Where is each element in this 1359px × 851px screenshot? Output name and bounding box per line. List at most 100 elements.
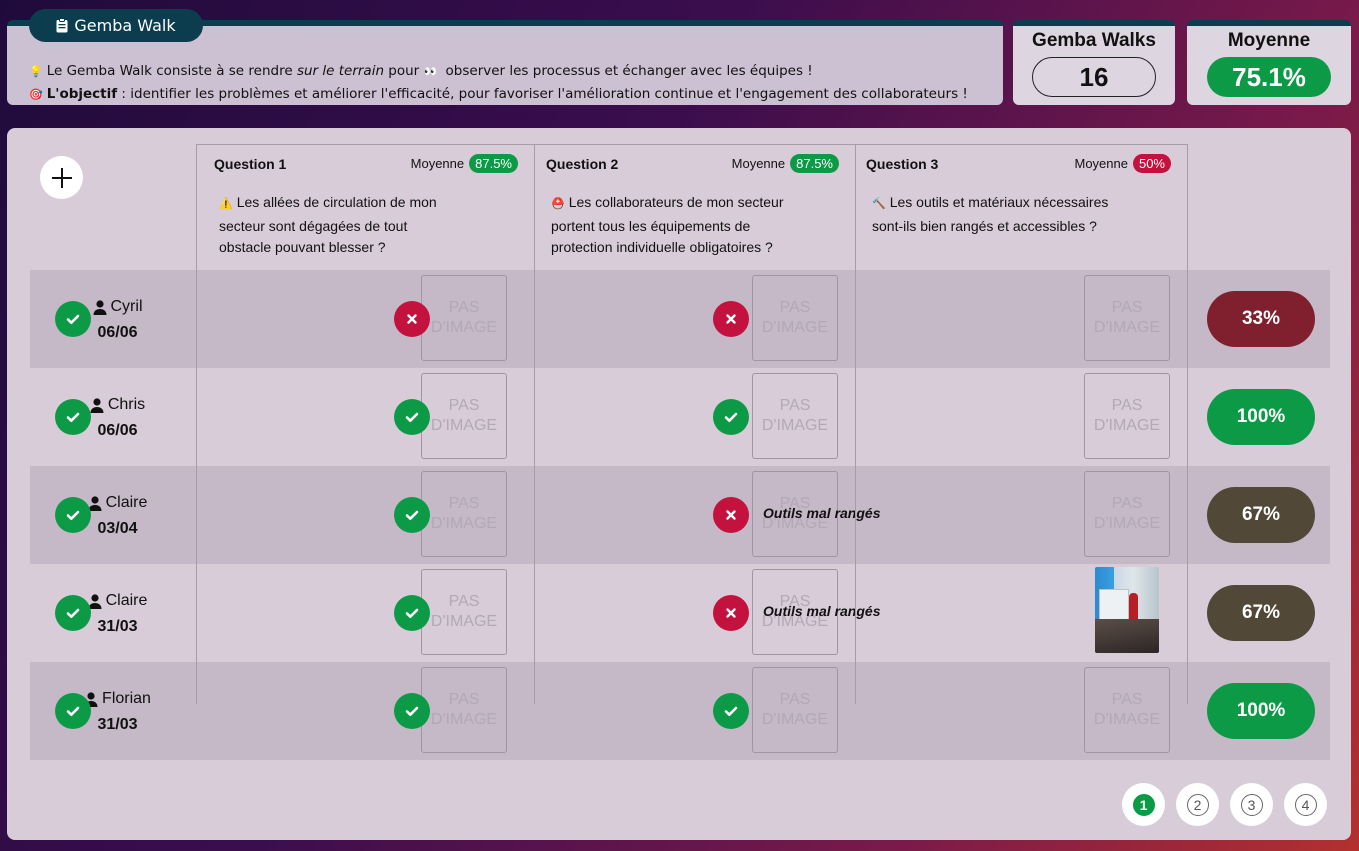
no-image-placeholder[interactable]: PAS D'IMAGE <box>752 667 838 753</box>
info-line1-emphasis: sur le terrain <box>296 63 384 79</box>
no-image-text: D'IMAGE <box>430 319 498 336</box>
user-icon <box>90 397 104 413</box>
walk-score: 33% <box>1207 291 1315 347</box>
page-button-3[interactable]: 3 <box>1230 783 1273 826</box>
page-number: 1 <box>1132 793 1155 816</box>
question-text-line: protection individuelle obligatoires ? <box>551 239 773 255</box>
pagination: 1 2 3 4 <box>1122 783 1327 826</box>
no-image-placeholder[interactable]: PAS D'IMAGE <box>421 569 507 655</box>
page-button-2[interactable]: 2 <box>1176 783 1219 826</box>
no-image-text: D'IMAGE <box>1093 417 1161 434</box>
cross-icon <box>726 608 736 618</box>
no-image-placeholder[interactable]: PAS D'IMAGE <box>421 667 507 753</box>
walker: Claire 31/03 <box>30 564 205 636</box>
no-image-placeholder[interactable]: PAS D'IMAGE <box>752 275 838 361</box>
no-image-text: PAS <box>448 495 480 512</box>
question-text-line: obstacle pouvant blesser ? <box>219 239 386 255</box>
answer-yes <box>55 399 91 435</box>
walker: Chris 06/06 <box>30 368 205 440</box>
question-text-line: sont-ils bien rangés et accessibles ? <box>872 217 1097 234</box>
check-icon <box>405 706 419 716</box>
no-image-text: D'IMAGE <box>430 711 498 728</box>
question-text-line: Les allées de circulation de mon <box>236 194 437 210</box>
answer-yes <box>713 693 749 729</box>
no-image-text: PAS <box>1111 397 1143 414</box>
target-icon: 🎯 <box>29 88 43 101</box>
no-image-placeholder[interactable]: PAS D'IMAGE <box>1084 667 1170 753</box>
no-image-text: PAS <box>779 397 811 414</box>
cross-icon <box>726 314 736 324</box>
no-image-text: PAS <box>779 299 811 316</box>
no-image-placeholder[interactable]: PAS D'IMAGE <box>752 373 838 459</box>
helmet-icon: ⛑️ <box>551 198 565 210</box>
no-image-text: D'IMAGE <box>761 319 829 336</box>
answer-comment: Outils mal rangés <box>763 603 881 619</box>
no-image-text: D'IMAGE <box>430 515 498 532</box>
answer-no <box>713 497 749 533</box>
no-image-text: PAS <box>448 397 480 414</box>
question-text-line: portent tous les équipements de <box>551 217 751 234</box>
question-3-header: Question 3 Moyenne 50% 🔨 Les outils et ma… <box>855 154 1187 266</box>
no-image-text: PAS <box>1111 495 1143 512</box>
average-badge: 87.5% <box>790 154 839 173</box>
page-button-1[interactable]: 1 <box>1122 783 1165 826</box>
answer-no <box>713 595 749 631</box>
gemba-walks-card: Gemba Walks 16 <box>1013 20 1175 105</box>
check-icon <box>405 510 419 520</box>
info-line1-end: observer les processus et échanger avec … <box>441 63 813 79</box>
no-image-text: D'IMAGE <box>1093 319 1161 336</box>
question-1-header: Question 1 Moyenne 87.5% ⚠️ Les allées de… <box>196 154 534 266</box>
info-text: 💡 Le Gemba Walk consiste à se rendre sur … <box>29 60 968 106</box>
check-icon <box>724 412 738 422</box>
cross-icon <box>726 510 736 520</box>
table-row[interactable]: Florian 31/03 PAS D'IMAGE PAS D'IMAGE PAS D'I… <box>30 662 1330 760</box>
page-button-4[interactable]: 4 <box>1284 783 1327 826</box>
no-image-text: D'IMAGE <box>761 417 829 434</box>
info-line1-start: Le Gemba Walk consiste à se rendre <box>46 63 297 79</box>
question-average: Moyenne 87.5% <box>411 154 518 173</box>
no-image-placeholder[interactable]: PAS D'IMAGE <box>421 275 507 361</box>
objective-label: L'objectif <box>46 86 118 102</box>
no-image-text: PAS <box>1111 691 1143 708</box>
question-title: Question 1 <box>214 156 287 172</box>
answer-yes <box>713 399 749 435</box>
gemba-table-panel: Cyril 06/06 PAS D'IMAGE PAS D'IMAGE PAS D'IMA… <box>7 128 1351 840</box>
no-image-text: D'IMAGE <box>1093 515 1161 532</box>
no-image-placeholder[interactable]: PAS D'IMAGE <box>1084 471 1170 557</box>
hammer-icon: 🔨 <box>872 198 886 210</box>
no-image-placeholder[interactable]: PAS D'IMAGE <box>1084 373 1170 459</box>
average-label: Moyenne <box>410 156 465 171</box>
walker: Cyril 06/06 <box>30 270 205 342</box>
lightbulb-icon: 💡 <box>29 65 43 78</box>
check-icon <box>66 608 80 618</box>
table-row[interactable]: Chris 06/06 PAS D'IMAGE PAS D'IMAGE PAS D'IMA… <box>30 368 1330 466</box>
add-walk-button[interactable] <box>40 156 83 199</box>
table-row[interactable]: Claire 03/04 PAS D'IMAGE PAS D'IMAGE Outils … <box>30 466 1330 564</box>
gemba-walk-tab: Gemba Walk <box>29 9 203 42</box>
no-image-text: PAS <box>448 593 480 610</box>
question-text: ⛑️ Les collaborateurs de mon secteur port… <box>551 192 784 259</box>
tab-label: Gemba Walk <box>74 16 176 35</box>
no-image-text: D'IMAGE <box>430 613 498 630</box>
info-line1-mid: pour <box>384 63 424 79</box>
header-divider <box>196 144 1187 145</box>
check-icon <box>66 510 80 520</box>
answer-no <box>394 301 430 337</box>
no-image-placeholder[interactable]: PAS D'IMAGE <box>421 373 507 459</box>
answer-photo[interactable] <box>1095 567 1159 653</box>
walk-score: 100% <box>1207 683 1315 739</box>
question-2-header: Question 2 Moyenne 87.5% ⛑️ Les collabora… <box>534 154 855 266</box>
average-card: Moyenne 75.1% <box>1187 20 1351 105</box>
answer-yes <box>55 693 91 729</box>
question-title: Question 2 <box>546 156 619 172</box>
table-row[interactable]: Cyril 06/06 PAS D'IMAGE PAS D'IMAGE PAS D'IMA… <box>30 270 1330 368</box>
walk-score: 100% <box>1207 389 1315 445</box>
user-icon <box>93 299 106 315</box>
cross-icon <box>407 314 417 324</box>
no-image-placeholder[interactable]: PAS D'IMAGE <box>421 471 507 557</box>
table-row[interactable]: Claire 31/03 PAS D'IMAGE PAS D'IMAGE Outils … <box>30 564 1330 662</box>
answer-yes <box>55 301 91 337</box>
no-image-placeholder[interactable]: PAS D'IMAGE <box>1084 275 1170 361</box>
clipboard-icon <box>56 18 68 33</box>
eyes-icon: 👀 <box>423 65 438 78</box>
